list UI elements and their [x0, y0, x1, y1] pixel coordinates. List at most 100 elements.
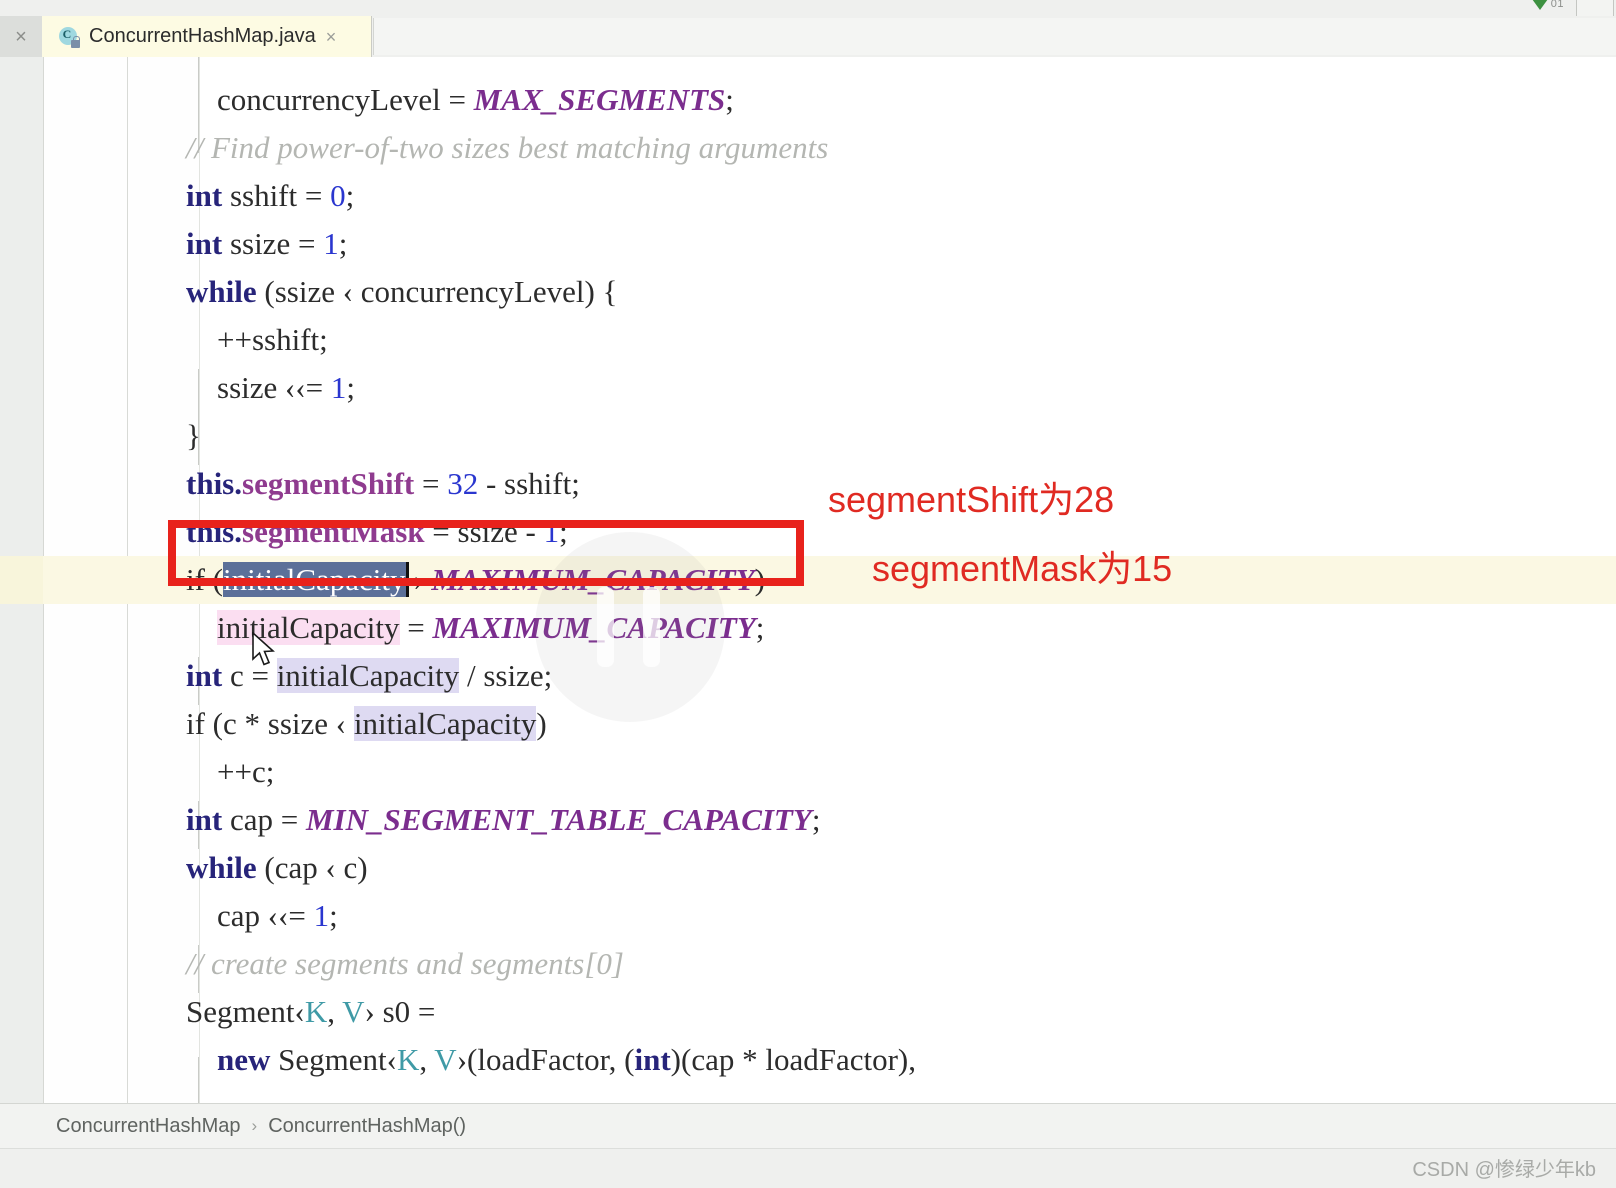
- ide-window: 01 × C ConcurrentHashMap.java × concurre…: [0, 0, 1616, 1188]
- code-token: }: [186, 418, 201, 453]
- code-line: ++c;: [186, 748, 274, 796]
- code-token: while: [186, 850, 257, 885]
- lock-icon: [71, 35, 80, 48]
- code-token: MAXIMUM_CAPACITY: [432, 610, 756, 645]
- code-token: ssize ‹‹=: [186, 370, 331, 405]
- code-token: )(cap * loadFactor),: [670, 1042, 916, 1077]
- status-bar: [0, 1148, 1616, 1188]
- code-token: cap ‹‹=: [186, 898, 314, 933]
- tab-bar-empty-area: [373, 18, 1616, 55]
- code-token: if (c * ssize ‹: [186, 706, 354, 741]
- code-token: ;: [338, 226, 348, 261]
- code-token: ;: [725, 82, 734, 117]
- code-line: cap ‹‹= 1;: [186, 892, 338, 940]
- code-token: new: [217, 1042, 271, 1077]
- tab-concurrenthashmap-java[interactable]: C ConcurrentHashMap.java ×: [42, 16, 372, 57]
- code-token: cap =: [222, 802, 306, 837]
- code-token: ;: [346, 370, 356, 405]
- code-line: }: [186, 412, 201, 460]
- annotation-segmentmask: segmentMask为15: [872, 548, 1173, 589]
- code-token: (ssize ‹ concurrencyLevel) {: [256, 274, 618, 309]
- code-line: if (c * ssize ‹ initialCapacity): [186, 700, 547, 748]
- code-token: V: [342, 994, 365, 1029]
- code-token: // Find power-of-two sizes best matching…: [186, 130, 829, 165]
- code-line: int ssize = 1;: [186, 220, 347, 268]
- code-token: =: [414, 466, 448, 501]
- code-token: ,: [327, 994, 343, 1029]
- code-line: int c = initialCapacity / ssize;: [186, 652, 552, 700]
- code-line: // Find power-of-two sizes best matching…: [186, 124, 828, 172]
- highlighted-occurrence: initialCapacity: [217, 610, 400, 645]
- code-token: while: [186, 274, 257, 309]
- code-token: c =: [222, 658, 277, 693]
- code-line: ++sshift;: [186, 316, 328, 364]
- code-token: 1: [330, 370, 347, 405]
- code-token: int: [186, 226, 223, 261]
- code-token: ++sshift;: [186, 322, 328, 357]
- code-token: segmentShift: [242, 466, 415, 501]
- code-editor[interactable]: concurrencyLevel = MAX_SEGMENTS; // Find …: [0, 57, 1616, 1103]
- code-token: MIN_SEGMENT_TABLE_CAPACITY: [305, 802, 812, 837]
- code-token: 32: [447, 466, 479, 501]
- code-token: Segment‹: [186, 994, 305, 1029]
- code-line: while (cap ‹ c): [186, 844, 368, 892]
- code-token: concurrencyLevel =: [186, 82, 474, 117]
- code-token: ): [536, 706, 547, 741]
- inspection-indicator[interactable]: 01: [1531, 0, 1564, 10]
- code-line: int sshift = 0;: [186, 172, 354, 220]
- green-arrow-icon: [1531, 0, 1548, 10]
- window-top-strip: 01: [0, 0, 1616, 22]
- breadcrumb-separator-icon: ›: [251, 1116, 258, 1135]
- tab-label: ConcurrentHashMap.java: [89, 25, 316, 47]
- code-line: concurrencyLevel = MAX_SEGMENTS;: [186, 76, 734, 124]
- code-token: int: [186, 658, 223, 693]
- code-token: this.: [186, 466, 242, 501]
- code-token: ssize =: [222, 226, 324, 261]
- code-token: 1: [313, 898, 330, 933]
- code-token: ;: [811, 802, 821, 837]
- highlighted-occurrence: initialCapacity: [276, 658, 460, 693]
- code-token: - sshift;: [478, 466, 580, 501]
- code-line: // create segments and segments[0]: [186, 940, 624, 988]
- code-token: sshift =: [222, 178, 331, 213]
- breadcrumb-item-class[interactable]: ConcurrentHashMap: [56, 1115, 241, 1138]
- code-token: ›(loadFactor, (: [456, 1042, 635, 1077]
- code-token: ;: [755, 610, 765, 645]
- editor-tab-bar: × C ConcurrentHashMap.java ×: [0, 16, 1616, 58]
- code-line: new Segment‹K, V›(loadFactor, (int)(cap …: [186, 1036, 916, 1084]
- code-line: this.segmentShift = 32 - sshift;: [186, 460, 580, 508]
- highlighted-occurrence: initialCapacity: [353, 706, 537, 741]
- code-line: ssize ‹‹= 1;: [186, 364, 355, 412]
- code-token: Segment‹: [270, 1042, 397, 1077]
- code-line: Segment‹K, V› s0 =: [186, 988, 435, 1036]
- code-token: ;: [329, 898, 338, 933]
- code-token: MAX_SEGMENTS: [473, 82, 726, 117]
- code-token: int: [186, 178, 223, 213]
- code-line: int cap = MIN_SEGMENT_TABLE_CAPACITY;: [186, 796, 820, 844]
- code-token: V: [434, 1042, 457, 1077]
- code-token: ;: [345, 178, 355, 213]
- close-all-tabs-button[interactable]: ×: [0, 16, 42, 57]
- code-token: int: [634, 1042, 671, 1077]
- code-token: ,: [419, 1042, 435, 1077]
- code-token: ++c;: [186, 754, 275, 789]
- code-token: int: [186, 802, 223, 837]
- code-token: =: [399, 610, 433, 645]
- code-token: (cap ‹ c): [256, 850, 368, 885]
- code-token: › s0 =: [364, 994, 436, 1029]
- code-line: while (ssize ‹ concurrencyLevel) {: [186, 268, 617, 316]
- csdn-watermark: CSDN @惨绿少年kb: [1412, 1159, 1596, 1181]
- close-icon: ×: [15, 25, 27, 48]
- breadcrumb-item-method[interactable]: ConcurrentHashMap(): [268, 1115, 466, 1138]
- code-token: // create segments and segments[0]: [186, 946, 624, 981]
- inspection-count: 01: [1550, 0, 1564, 10]
- breadcrumb[interactable]: ConcurrentHashMap › ConcurrentHashMap(): [0, 1103, 1616, 1148]
- annotation-segmentshift: segmentShift为28: [828, 479, 1115, 520]
- code-token: 1: [323, 226, 339, 261]
- tab-close-icon[interactable]: ×: [326, 28, 337, 46]
- code-token: 0: [330, 178, 346, 213]
- red-highlight-box: [168, 520, 804, 586]
- code-token: K: [304, 994, 328, 1029]
